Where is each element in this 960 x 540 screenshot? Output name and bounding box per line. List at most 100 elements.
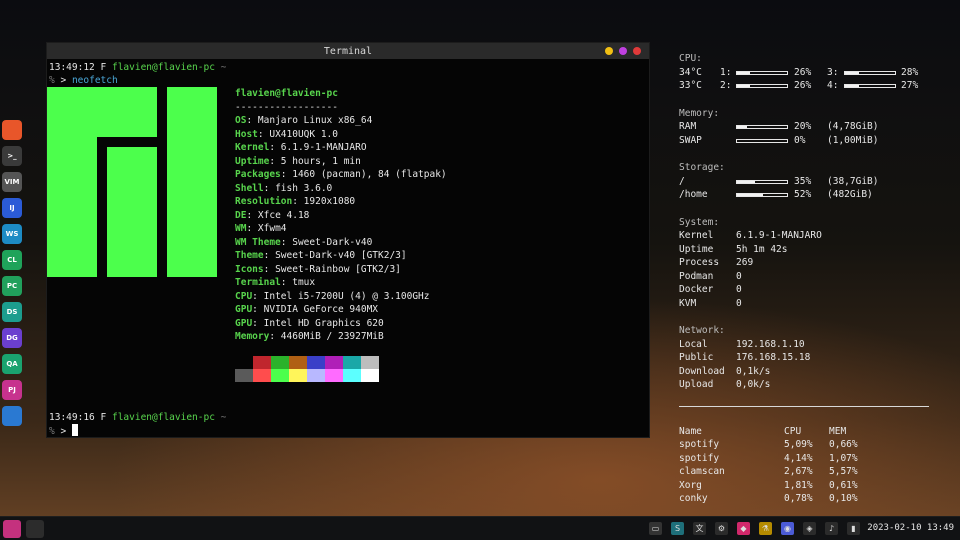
palette-swatch bbox=[307, 369, 325, 382]
volume-icon[interactable]: ♪ bbox=[825, 522, 838, 535]
prompt-line-2: 13:49:16 F flavien@flavien-pc ~ bbox=[49, 411, 226, 424]
neofetch-row: OS: Manjaro Linux x86_64 bbox=[235, 115, 373, 126]
pycharm-icon[interactable]: PC bbox=[2, 276, 22, 296]
network-label: Download bbox=[679, 365, 725, 377]
network-value: 0,0k/s bbox=[736, 379, 771, 390]
neofetch-row: Kernel: 6.1.9-1-MANJARO bbox=[235, 142, 367, 153]
app-tray-icon[interactable]: S bbox=[671, 522, 684, 535]
network-value: 176.168.15.18 bbox=[736, 352, 811, 363]
battery-icon[interactable]: ▮ bbox=[847, 522, 860, 535]
network-value: 192.168.1.10 bbox=[736, 338, 805, 350]
cpu-core-label: 4: bbox=[827, 80, 839, 91]
cpu-core-label: 3: bbox=[827, 66, 839, 78]
palette-swatch bbox=[271, 369, 289, 382]
tray-glyph: ♪ bbox=[828, 524, 835, 533]
translate-icon[interactable]: 文 bbox=[693, 522, 706, 535]
system-row: Process 269 bbox=[679, 256, 939, 270]
cpu-core-bar bbox=[844, 70, 896, 75]
process-cpu: 4,14% bbox=[784, 452, 813, 464]
neofetch-value: 6.1.9-1-MANJARO bbox=[280, 142, 367, 153]
process-name: clamscan bbox=[679, 466, 725, 477]
vivaldi-icon[interactable]: VIM bbox=[2, 172, 22, 192]
system-value: 6.1.9-1-MANJARO bbox=[736, 230, 822, 241]
neofetch-key: Resolution bbox=[235, 196, 293, 207]
terminal-icon[interactable]: >_ bbox=[2, 146, 22, 166]
taskbar-terminal-icon[interactable] bbox=[26, 520, 44, 538]
neofetch-row: Terminal: tmux bbox=[235, 277, 316, 288]
process-row: clamscan 2,67% 5,57% bbox=[679, 465, 939, 479]
intellij-icon[interactable]: IJ bbox=[2, 198, 22, 218]
jetbrains-toolbox-icon[interactable]: ◆ bbox=[737, 522, 750, 535]
process-cpu: 1,81% bbox=[784, 479, 813, 491]
minimize-button[interactable] bbox=[605, 47, 613, 55]
dock-icon-label: >_ bbox=[7, 152, 17, 160]
window-title: Terminal bbox=[323, 45, 373, 57]
prompt-user: flavien@flavien-pc bbox=[111, 62, 215, 73]
pyjet-icon[interactable]: PJ bbox=[2, 380, 22, 400]
tray-glyph: ▭ bbox=[651, 524, 660, 533]
tray-glyph: ◈ bbox=[806, 524, 813, 533]
clock[interactable]: 2023-02-10 13:49 bbox=[867, 523, 954, 533]
terminal-titlebar[interactable]: Terminal bbox=[47, 43, 649, 59]
neofetch-row: Resolution: 1920x1080 bbox=[235, 196, 356, 207]
dock-icon-label: VIM bbox=[4, 178, 20, 186]
preview-icon[interactable] bbox=[2, 406, 22, 426]
system-row: KVM 0 bbox=[679, 297, 939, 311]
palette-swatch bbox=[361, 369, 379, 382]
cpu-core-bar bbox=[844, 84, 896, 88]
maximize-button[interactable] bbox=[619, 47, 627, 55]
terminal-window[interactable]: Terminal 13:49:12 F flavien@flavien-pc ~… bbox=[46, 42, 650, 438]
lab-flask-icon[interactable]: ⚗ bbox=[759, 522, 772, 535]
process-cpu: 2,67% bbox=[784, 466, 813, 477]
network-value: 0,1k/s bbox=[736, 365, 771, 377]
settings-icon[interactable]: ⚙ bbox=[715, 522, 728, 535]
system-row: Kernel 6.1.9-1-MANJARO bbox=[679, 229, 939, 243]
divider bbox=[679, 405, 929, 407]
neofetch-value: Xfce 4.18 bbox=[257, 209, 310, 221]
command-line-1: % > neofetch bbox=[49, 74, 118, 87]
network-icon[interactable]: ◈ bbox=[803, 522, 816, 535]
process-col-name: Name bbox=[679, 425, 702, 437]
tray-glyph: ◉ bbox=[784, 524, 791, 533]
palette-swatch bbox=[361, 356, 379, 369]
system-value: 5h 1m 42s bbox=[736, 243, 788, 255]
palette-swatch bbox=[325, 369, 343, 382]
discord-icon[interactable]: ◉ bbox=[781, 522, 794, 535]
cpu-core-label: 2: bbox=[720, 80, 732, 91]
close-button[interactable] bbox=[633, 47, 641, 55]
firefox-icon[interactable] bbox=[2, 120, 22, 140]
neofetch-row: Host: UX410UQK 1.0 bbox=[235, 128, 338, 140]
neofetch-value: tmux bbox=[292, 277, 316, 288]
datagrip-icon[interactable]: DG bbox=[2, 328, 22, 348]
cpu-row: 33°C 2: 26% 4: 27% bbox=[679, 79, 939, 93]
cpu-core-percent: 27% bbox=[901, 80, 919, 91]
process-cpu: 5,09% bbox=[784, 439, 813, 450]
clion-icon[interactable]: CL bbox=[2, 250, 22, 270]
command-line-2[interactable]: % > bbox=[49, 424, 78, 438]
aqua-icon[interactable]: QA bbox=[2, 354, 22, 374]
neofetch-key: CPU bbox=[235, 290, 253, 302]
neofetch-key: GPU bbox=[235, 317, 253, 329]
manjaro-logo bbox=[47, 87, 217, 277]
memory-label: SWAP bbox=[679, 134, 702, 146]
mem-row: RAM 20% (4,78GiB) bbox=[679, 120, 939, 134]
memory-amount: (1,00MiB) bbox=[827, 134, 879, 146]
notes-icon[interactable]: ▭ bbox=[649, 522, 662, 535]
process-row: conky 0,78% 0,10% bbox=[679, 492, 939, 506]
tray-glyph: ▮ bbox=[851, 524, 856, 533]
memory-amount: (4,78GiB) bbox=[827, 121, 879, 132]
dataspell-icon[interactable]: DS bbox=[2, 302, 22, 322]
app-dock: >_ VIM IJ WS CL PC DS DG QA PJ bbox=[2, 120, 24, 432]
webstorm-icon[interactable]: WS bbox=[2, 224, 22, 244]
command-text: neofetch bbox=[71, 75, 118, 86]
neofetch-value: UX410UQK 1.0 bbox=[269, 128, 338, 140]
neofetch-row: DE: Xfce 4.18 bbox=[235, 209, 310, 221]
prompt-dir: ~ bbox=[220, 412, 227, 423]
storage-bar bbox=[736, 193, 788, 197]
conky-section-heading: CPU: bbox=[679, 53, 702, 64]
neofetch-value: Xfwm4 bbox=[257, 223, 287, 234]
manjaro-menu-icon[interactable] bbox=[3, 520, 21, 538]
dock-icon-label: CL bbox=[7, 256, 17, 264]
mem-row: SWAP 0% (1,00MiB) bbox=[679, 134, 939, 148]
storage-amount: (38,7GiB) bbox=[827, 175, 879, 187]
